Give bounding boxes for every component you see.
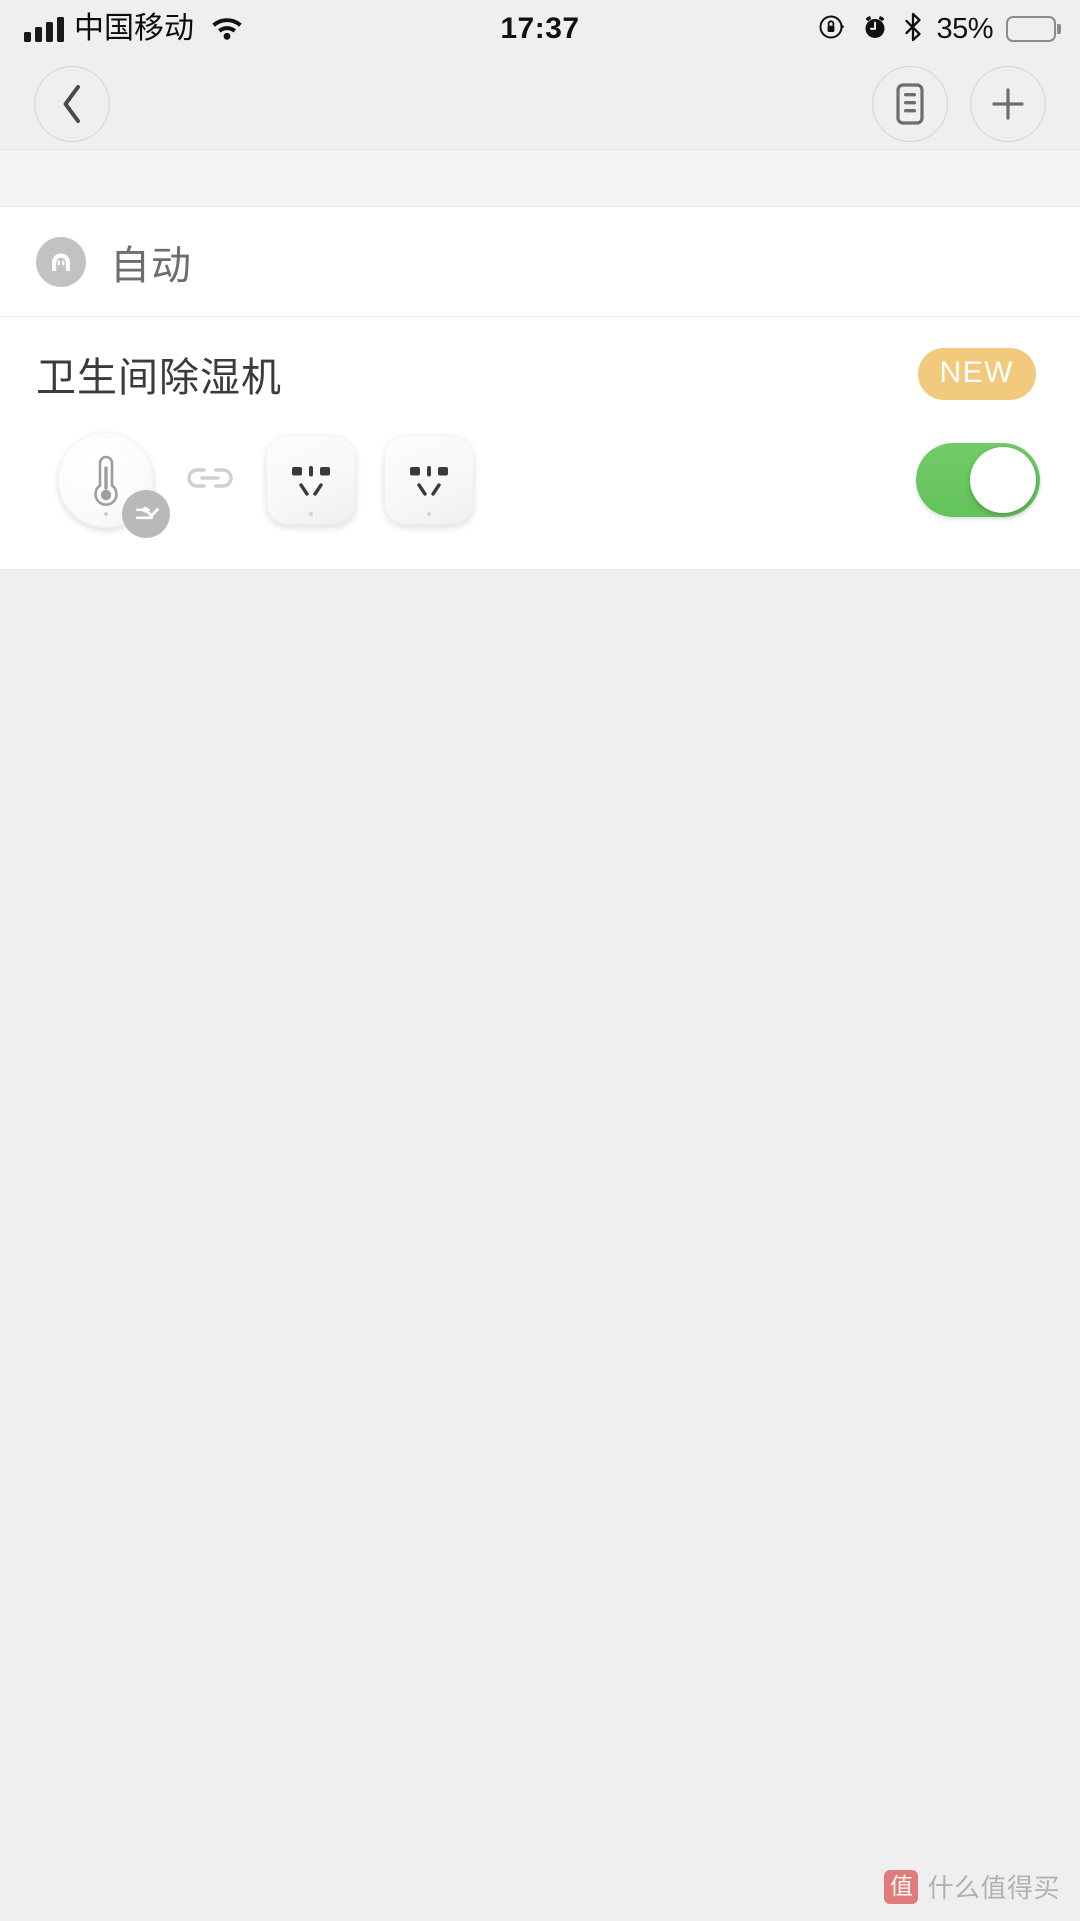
chain-link-icon [182,462,238,499]
section-title: 自动 [110,243,192,288]
action-device-plug-1[interactable] [266,435,356,525]
automation-name: 卫生间除湿机 [36,356,282,400]
power-socket-icon [292,466,330,496]
plus-icon [992,87,1024,120]
back-chevron-icon [63,84,80,123]
power-socket-icon [410,466,448,496]
automation-enable-toggle[interactable] [916,443,1040,517]
device-chain [36,432,502,538]
new-badge: NEW [917,348,1036,400]
status-bar-right: 35% [817,12,1056,47]
toggle-knob [970,447,1036,513]
thermometer-icon [94,455,118,506]
automation-header: 卫生间除湿机 NEW [36,345,1044,403]
status-bar: 中国移动 17:37 35% [0,0,1080,58]
content-top-spacer [0,150,1080,207]
log-list-icon [896,82,924,125]
navigation-bar-actions [872,65,1046,142]
rotation-lock-icon [817,12,847,47]
trigger-device-sensor[interactable] [58,432,170,538]
settings-check-icon [122,490,170,538]
automation-devices [36,425,1044,538]
watermark-logo: 值 [884,1869,919,1904]
automation-row[interactable]: 卫生间除湿机 NEW [0,317,1080,570]
automation-log-button[interactable] [872,65,948,142]
automation-card: 自动 卫生间除湿机 NEW [0,207,1080,570]
watermark: 值 什么值得买 [884,1868,1060,1905]
battery-icon [1006,16,1056,42]
back-button[interactable] [34,65,110,142]
home-socket-icon [36,236,86,287]
bluetooth-icon [903,12,923,47]
alarm-clock-icon [860,12,890,47]
navigation-bar [0,58,1080,150]
battery-percent-label: 35% [936,12,993,45]
add-automation-button[interactable] [970,65,1046,142]
section-header-auto[interactable]: 自动 [0,207,1080,317]
action-device-plug-2[interactable] [384,435,474,525]
page-empty-area: 值 什么值得买 [0,570,1080,1921]
watermark-text: 什么值得买 [927,1873,1060,1903]
